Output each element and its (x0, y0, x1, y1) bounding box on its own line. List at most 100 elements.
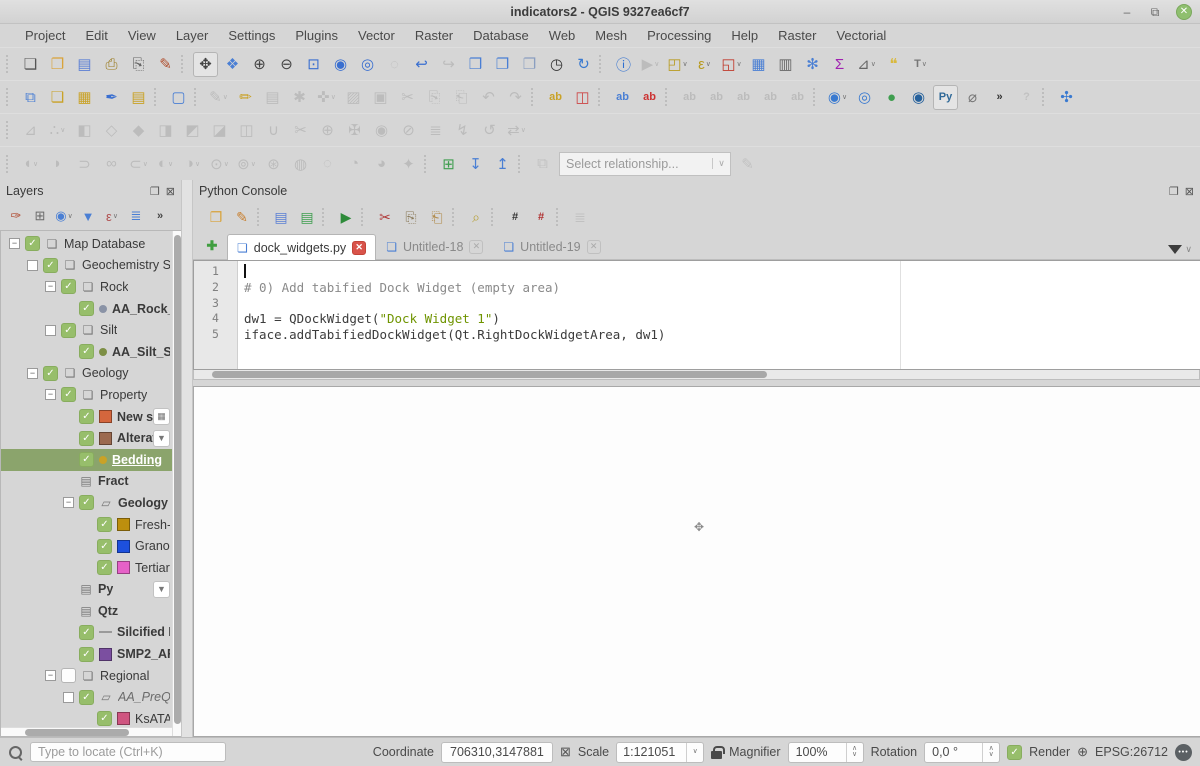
add-postgis-layer-button[interactable]: ▤ (126, 85, 151, 110)
tree-expander-icon[interactable] (45, 325, 56, 336)
statistical-summary-button[interactable]: Σ (827, 52, 852, 77)
open-script-button[interactable]: ❐ (204, 205, 228, 229)
tree-expander-icon[interactable]: − (45, 389, 56, 400)
messages-icon[interactable]: ••• (1175, 744, 1192, 761)
layer-checkbox[interactable]: ✓ (97, 517, 112, 532)
chevron-down-icon[interactable]: ∨ (686, 743, 703, 762)
chevron-down-icon[interactable]: ∨ (143, 160, 148, 168)
select-by-expression-button[interactable]: ε∨ (692, 52, 717, 77)
chevron-down-icon[interactable]: ∨ (195, 160, 200, 168)
layer-checkbox[interactable]: ✓ (79, 495, 94, 510)
open-layer-styling-button[interactable]: ✑ (5, 205, 27, 227)
minimize-button[interactable]: – (1120, 5, 1134, 19)
chevron-down-icon[interactable]: ∨ (706, 60, 711, 68)
layer-diagram-button[interactable]: ◫ (570, 85, 595, 110)
layer-checkbox[interactable]: ✓ (97, 560, 112, 575)
menu-edit[interactable]: Edit (76, 26, 116, 45)
layer-checkbox[interactable]: ✓ (79, 344, 94, 359)
panel-splitter[interactable] (181, 180, 193, 737)
chevron-down-icon[interactable]: ∨ (223, 93, 228, 101)
spinner-arrows-icon[interactable]: ∧∨ (982, 743, 999, 762)
lock-scale-icon[interactable] (711, 751, 722, 759)
menu-raster[interactable]: Raster (769, 26, 825, 45)
db-import-layer-button[interactable]: ↧ (463, 151, 488, 176)
layer-row-rock[interactable]: −✓❏Rock (1, 276, 172, 298)
menu-view[interactable]: View (119, 26, 165, 45)
menu-project[interactable]: Project (16, 26, 74, 45)
layer-checkbox[interactable]: ✓ (61, 279, 76, 294)
layer-row-silt[interactable]: ✓❏Silt (1, 319, 172, 341)
editor-tab-dock-widgets-py[interactable]: ❏dock_widgets.py✕ (227, 234, 376, 260)
editor-horizontal-scrollbar[interactable] (193, 370, 1200, 380)
measure-button[interactable]: ⊿∨ (854, 52, 879, 77)
topology-checker-button[interactable]: ✣ (1054, 85, 1079, 110)
tree-expander-icon[interactable]: − (45, 670, 56, 681)
field-calculator-button[interactable]: ▥ (773, 52, 798, 77)
manage-map-themes-button[interactable]: ◉∨ (53, 205, 75, 227)
add-delimited-text-layer-button[interactable]: ✒ (99, 85, 124, 110)
close-tab-icon[interactable]: ✕ (352, 241, 366, 255)
layer-checkbox[interactable]: ✓ (61, 323, 76, 338)
filter-indicator-icon[interactable]: ▼ (153, 430, 170, 447)
data-source-manager-button[interactable]: ⧉ (18, 85, 43, 110)
restore-button[interactable]: ⧉ (1148, 5, 1162, 20)
comment-button[interactable]: # (503, 205, 527, 229)
map-canvas[interactable]: ✥ (193, 386, 1200, 737)
tree-expander-icon[interactable]: − (9, 238, 20, 249)
select-relationship-combo[interactable]: Select relationship...∨ (559, 152, 731, 176)
layer-checkbox[interactable]: ✓ (79, 625, 94, 640)
python-console-button[interactable]: Py (933, 85, 958, 110)
layer-row-qtz[interactable]: ▤Qtz (1, 600, 172, 622)
chevron-down-icon[interactable]: ∨ (922, 60, 927, 68)
plugin-zero-button[interactable]: ⌀ (960, 85, 985, 110)
menu-vectorial[interactable]: Vectorial (827, 26, 895, 45)
tab-list-dropdown[interactable]: ∨ (1168, 244, 1192, 255)
find-text-button[interactable]: ⌕ (464, 205, 488, 229)
zoom-to-layer-button[interactable]: ◎ (355, 52, 380, 77)
layer-row-aa-rock-sa[interactable]: ✓AA_Rock_Sa (1, 298, 172, 320)
layer-row-smp2-ara-[interactable]: ✓SMP2_ARA_ (1, 643, 172, 665)
select-features-button[interactable]: ◰∨ (665, 52, 690, 77)
toolbar-overflow-button[interactable]: » (987, 85, 1012, 110)
show-bookmark-manager-button[interactable]: ❐ (517, 52, 542, 77)
code-editor[interactable]: 12345 # 0) Add tabified Dock Widget (emp… (193, 260, 1200, 370)
render-checkbox[interactable]: ✓ (1007, 745, 1022, 760)
layer-row-fract[interactable]: ▤Fract (1, 471, 172, 493)
layer-row-geology[interactable]: −✓❏Geology (1, 363, 172, 385)
chevron-down-icon[interactable]: ∨ (842, 93, 847, 101)
new-print-layout-button[interactable]: ⎙ (99, 52, 124, 77)
layer-row-new-scr[interactable]: ✓New scr▦ (1, 406, 172, 428)
chevron-down-icon[interactable]: ∨ (654, 60, 659, 68)
style-manager-button[interactable]: ✎ (153, 52, 178, 77)
editor-tab-untitled-19[interactable]: ❏Untitled-19✕ (493, 233, 610, 259)
layer-row-fresh-un[interactable]: ✓Fresh-un (1, 514, 172, 536)
zoom-to-selection-button[interactable]: ◉ (328, 52, 353, 77)
layer-checkbox[interactable]: ✓ (43, 366, 58, 381)
zoom-last-button[interactable]: ↩ (409, 52, 434, 77)
show-spatial-bookmarks-button[interactable]: ❐ (490, 52, 515, 77)
layer-row-tertiary-p[interactable]: ✓Tertiary p (1, 557, 172, 579)
layer-row-py[interactable]: ▤Py▼ (1, 579, 172, 601)
open-project-button[interactable]: ❐ (45, 52, 70, 77)
uncomment-button[interactable]: # (529, 205, 553, 229)
chevron-down-icon[interactable]: ∨ (33, 160, 38, 168)
menu-mesh[interactable]: Mesh (586, 26, 636, 45)
paste-button[interactable]: ⎗ (425, 205, 449, 229)
close-panel-icon[interactable]: ⊠ (1185, 185, 1194, 198)
menu-vector[interactable]: Vector (349, 26, 404, 45)
add-vector-layer-button[interactable]: ❏ (45, 85, 70, 110)
editor-tab-untitled-18[interactable]: ❏Untitled-18✕ (376, 233, 493, 259)
menu-processing[interactable]: Processing (638, 26, 720, 45)
pan-to-selection-button[interactable]: ❖ (220, 52, 245, 77)
new-editor-tab-button[interactable]: ✚ (201, 235, 223, 257)
layer-row-aa-prequat[interactable]: ✓▱AA_PreQuat (1, 686, 172, 708)
zoom-full-button[interactable]: ⊡ (301, 52, 326, 77)
layer-row-map-database[interactable]: −✓❏Map Database (1, 233, 172, 255)
cut-button[interactable]: ✂ (373, 205, 397, 229)
chevron-down-icon[interactable]: ∨ (737, 60, 742, 68)
close-tab-icon[interactable]: ✕ (587, 240, 601, 254)
layer-row-alterati[interactable]: ✓Alterati▼ (1, 427, 172, 449)
layer-row-geology[interactable]: −✓▱Geology (1, 492, 172, 514)
magnifier-spinbox[interactable]: 100% ∧∨ (788, 742, 864, 763)
open-in-external-editor-button[interactable]: ✎ (230, 205, 254, 229)
